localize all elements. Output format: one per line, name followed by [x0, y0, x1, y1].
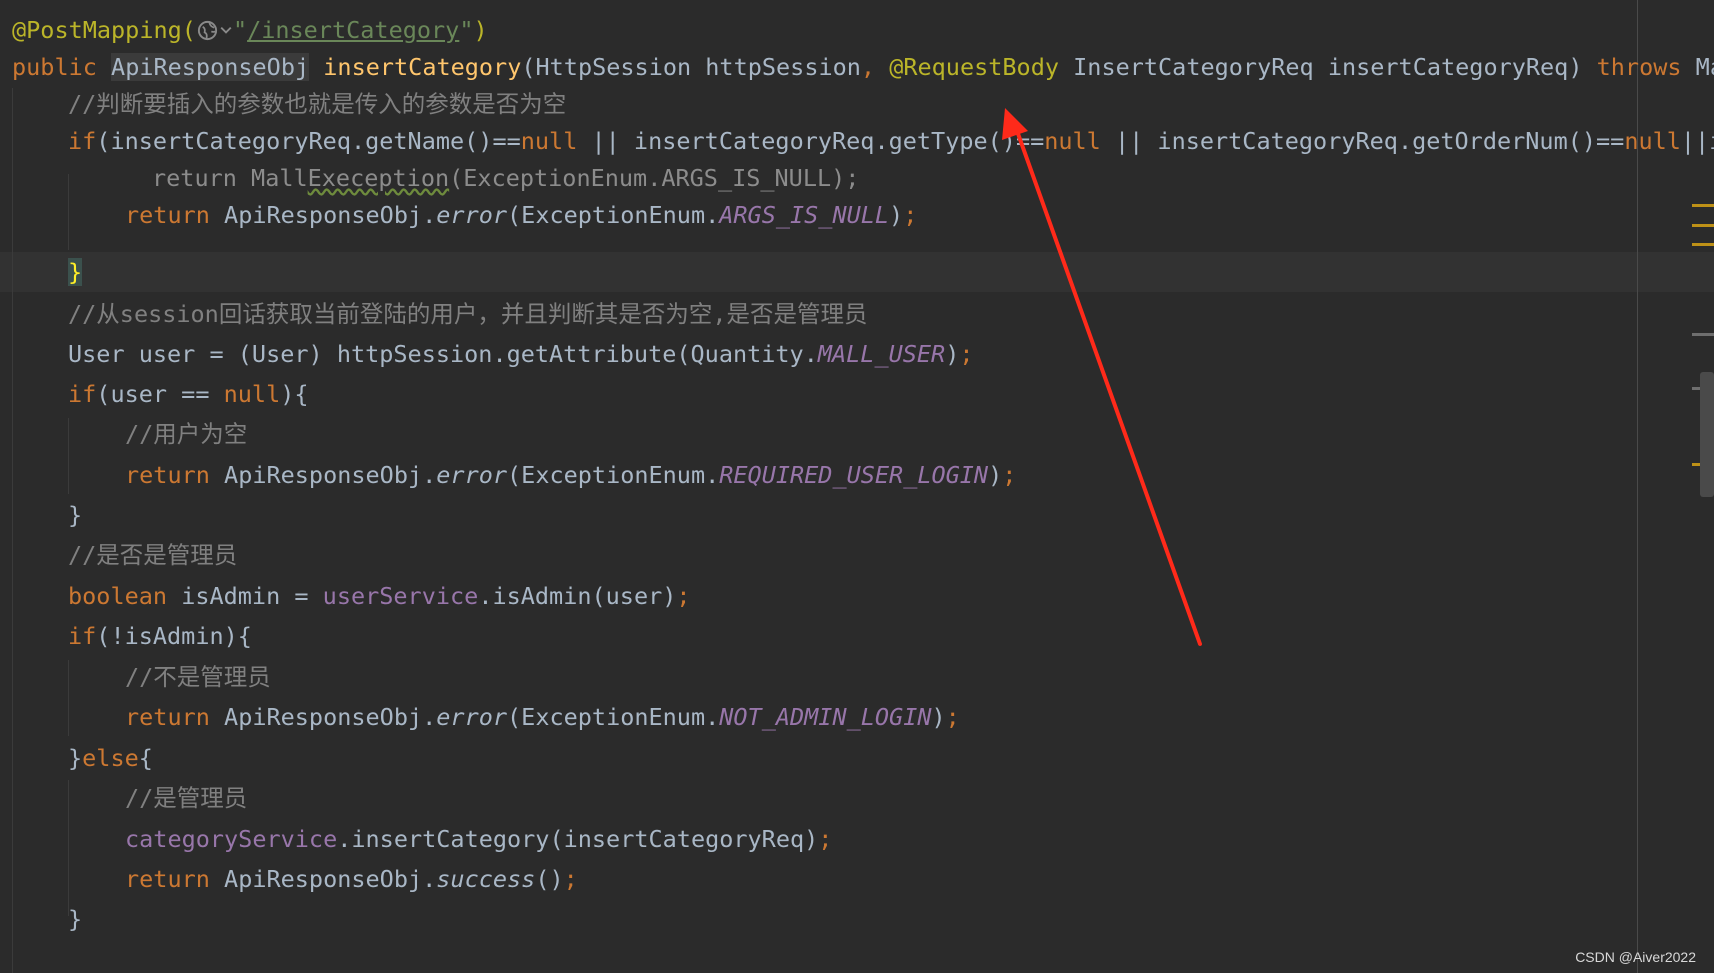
csdn-watermark: CSDN @Aiver2022 — [1575, 949, 1696, 965]
code-editor[interactable]: @PostMapping("/insertCategory") public A… — [0, 0, 1714, 973]
red-arrow-annotation — [1002, 108, 1202, 646]
